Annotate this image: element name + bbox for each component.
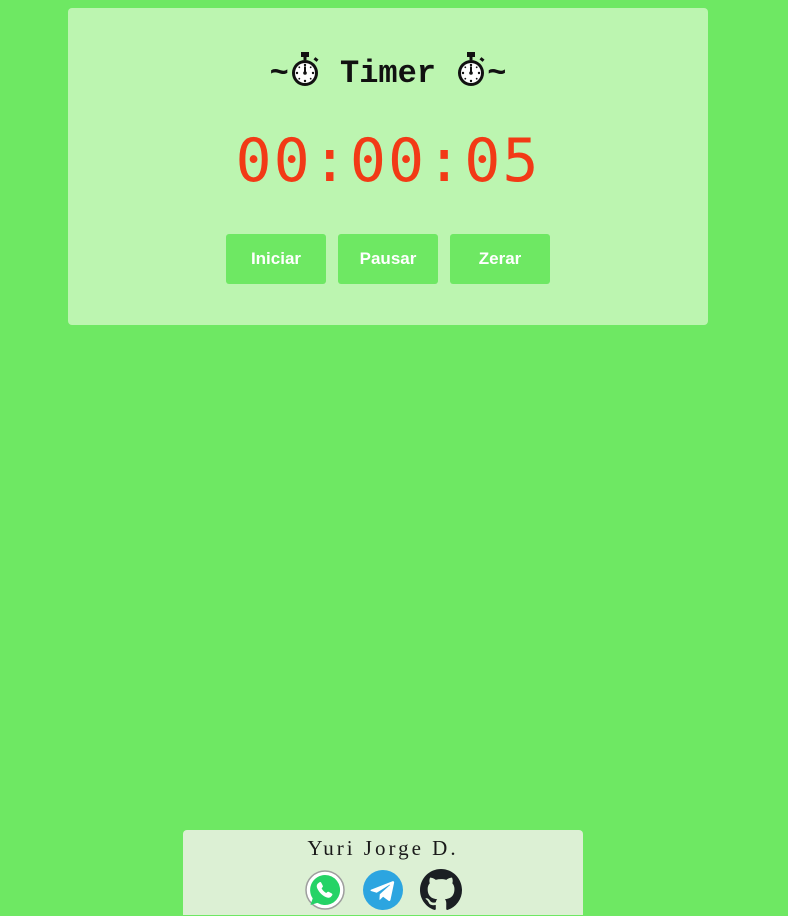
whatsapp-icon bbox=[305, 870, 345, 910]
stopwatch-icon bbox=[291, 52, 319, 86]
footer: Yuri Jorge D. bbox=[183, 830, 583, 915]
timer-card: ~ Timer ~ 00:00:05 Iniciar Pausar Zerar bbox=[68, 8, 708, 325]
timer-display: 00:00:05 bbox=[235, 126, 541, 196]
github-link[interactable] bbox=[420, 869, 462, 911]
github-icon bbox=[420, 869, 462, 910]
pause-button[interactable]: Pausar bbox=[338, 234, 438, 284]
title-prefix: ~ bbox=[269, 55, 289, 92]
start-button[interactable]: Iniciar bbox=[226, 234, 326, 284]
author-name: Yuri Jorge D. bbox=[307, 836, 459, 860]
telegram-link[interactable] bbox=[362, 869, 404, 911]
title-suffix: ~ bbox=[487, 55, 507, 92]
whatsapp-link[interactable] bbox=[304, 869, 346, 911]
telegram-icon bbox=[363, 870, 403, 910]
reset-button[interactable]: Zerar bbox=[450, 234, 550, 284]
timer-title: ~ Timer ~ bbox=[68, 52, 708, 96]
title-text: Timer bbox=[320, 55, 456, 92]
timer-controls: Iniciar Pausar Zerar bbox=[226, 234, 550, 284]
stopwatch-icon bbox=[458, 52, 485, 86]
